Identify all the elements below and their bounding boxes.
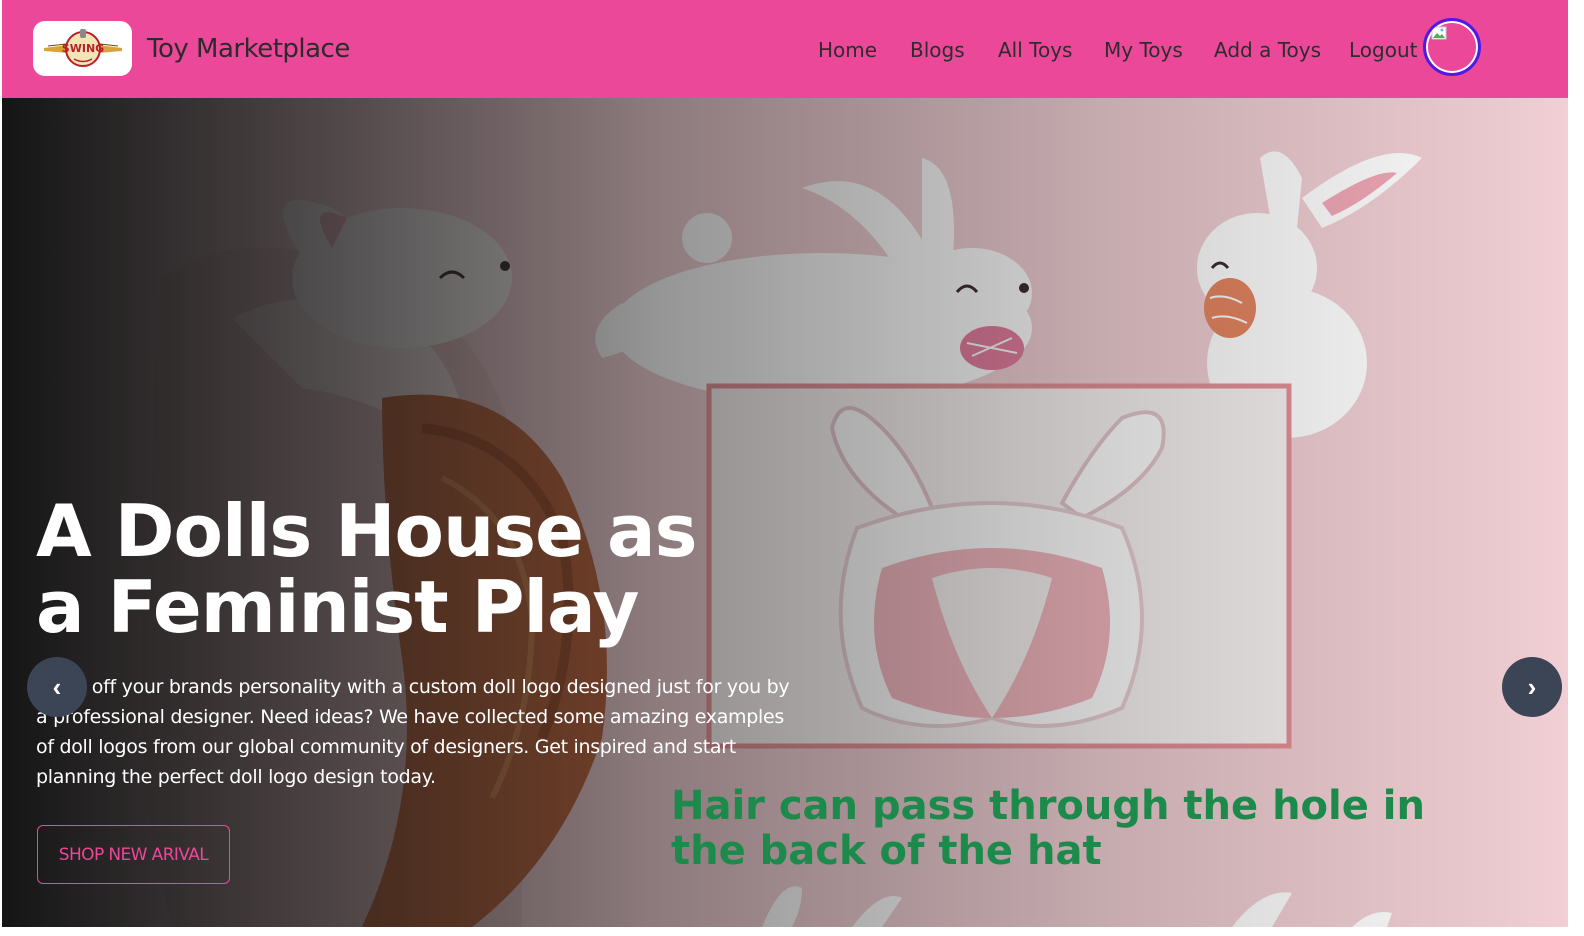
brand-title[interactable]: Toy Marketplace [147,34,350,64]
swing-logo-icon: SWING [43,28,122,67]
user-avatar[interactable] [1423,18,1481,76]
nav-all-toys-link[interactable]: All Toys [998,38,1072,62]
nav-logout-link[interactable]: Logout [1349,38,1417,62]
hero-description: Show off your brands personality with a … [36,676,790,788]
nav-blogs-link[interactable]: Blogs [910,38,965,62]
hero-title: A Dolls House as a Feminist Play [36,489,697,649]
nav-home-link[interactable]: Home [818,38,877,62]
navbar: SWING Toy Marketplace Home Blogs All Toy… [2,0,1568,98]
carousel-next-button[interactable]: › [1502,657,1562,717]
hero-carousel: Hair can pass through the hole in the ba… [2,98,1568,927]
chevron-left-icon: ‹ [52,671,62,702]
nav-my-toys-link[interactable]: My Toys [1104,38,1183,62]
product-image-caption: Hair can pass through the hole in the ba… [671,783,1425,874]
brand-logo[interactable]: SWING [33,21,132,76]
chevron-right-icon: › [1527,671,1537,702]
svg-text:SWING: SWING [61,42,103,55]
broken-image-icon [1431,26,1447,40]
shop-new-arrival-button[interactable]: SHOP NEW ARIVAL [37,825,230,884]
carousel-prev-button[interactable]: ‹ [27,657,87,717]
nav-add-toys-link[interactable]: Add a Toys [1214,38,1321,62]
